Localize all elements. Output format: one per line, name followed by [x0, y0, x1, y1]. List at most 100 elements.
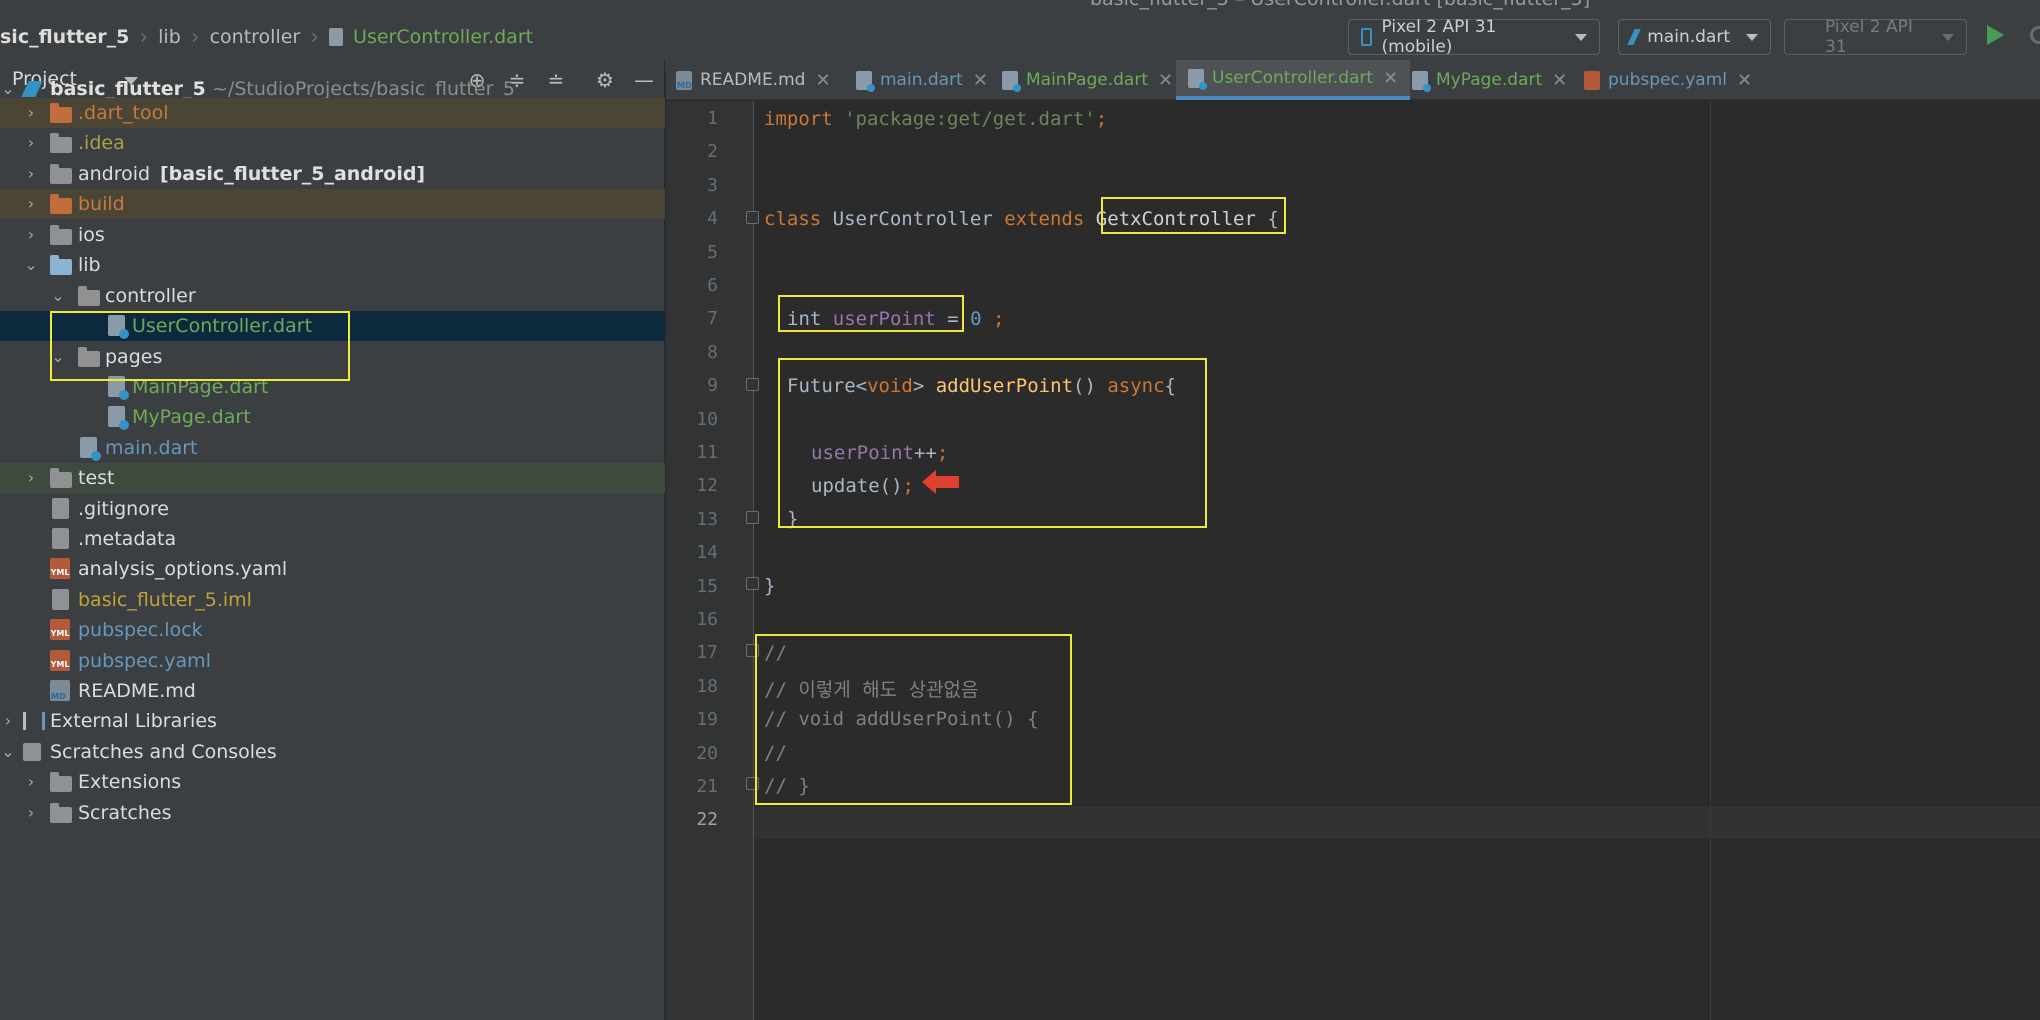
line-number: 12	[696, 475, 718, 497]
test-folder-icon	[50, 468, 72, 488]
code-line-7: int userPoint = 0 ;	[787, 308, 1004, 330]
tree-row-ios[interactable]: › ios	[0, 220, 665, 250]
close-icon[interactable]: ✕	[973, 70, 988, 91]
tree-row-dart-tool[interactable]: › .dart_tool	[0, 98, 665, 128]
chevron-right-icon[interactable]: ›	[23, 774, 39, 790]
tree-row-main[interactable]: main.dart	[0, 433, 665, 463]
tree-label: pubspec.yaml	[78, 650, 211, 672]
tree-row-test[interactable]: › test	[0, 463, 665, 493]
close-icon[interactable]: ✕	[1383, 68, 1398, 89]
fold-icon[interactable]	[746, 577, 759, 590]
line-number: 3	[707, 174, 718, 196]
tab-mainpage[interactable]: MainPage.dart ✕	[1002, 60, 1173, 100]
tree-row-idea[interactable]: › .idea	[0, 128, 665, 158]
chevron-right-icon[interactable]: ›	[23, 135, 39, 151]
right-margin-guide	[1710, 101, 1711, 1020]
tree-row-analysis-options[interactable]: YML analysis_options.yaml	[0, 554, 665, 584]
tree-row-pages[interactable]: ⌄ pages	[0, 342, 665, 372]
tree-row-usercontroller[interactable]: UserController.dart	[0, 311, 665, 341]
chevron-down-icon[interactable]: ⌄	[0, 81, 16, 97]
device-selector[interactable]: Pixel 2 API 31 (mobile)	[1348, 17, 1600, 57]
tree-row-metadata[interactable]: .metadata	[0, 524, 665, 554]
tree-row-mainpage[interactable]: MainPage.dart	[0, 372, 665, 402]
code-identifier: UserController	[821, 208, 1005, 230]
close-icon[interactable]: ✕	[1737, 70, 1752, 91]
folder-icon	[50, 772, 72, 792]
chevron-down-icon[interactable]: ⌄	[0, 744, 16, 760]
tree-row-gitignore[interactable]: .gitignore	[0, 494, 665, 524]
tree-row-android[interactable]: › android [basic_flutter_5_android]	[0, 159, 665, 189]
code-punct: ;	[981, 308, 1005, 330]
tree-row-iml[interactable]: basic_flutter_5.iml	[0, 585, 665, 615]
tree-row-pubspec-lock[interactable]: YML pubspec.lock	[0, 615, 665, 645]
tree-row-lib[interactable]: ⌄ lib	[0, 250, 665, 280]
code-type: >	[912, 375, 936, 397]
tree-label: .dart_tool	[78, 102, 169, 124]
fold-icon[interactable]	[746, 777, 759, 790]
flutter-icon	[1627, 29, 1641, 45]
yaml-file-icon: YML	[50, 619, 70, 640]
device-selector-secondary[interactable]: Pixel 2 API 31	[1784, 17, 1967, 57]
chevron-right-icon[interactable]: ›	[0, 713, 16, 729]
tree-label-root: basic_flutter_5	[50, 78, 206, 100]
markdown-file-icon	[676, 70, 692, 90]
chevron-right-icon[interactable]: ›	[23, 227, 39, 243]
tree-row-mypage[interactable]: MyPage.dart	[0, 402, 665, 432]
breadcrumb-item-controller[interactable]: controller	[210, 26, 301, 48]
dart-file-icon	[108, 315, 129, 339]
tab-readme[interactable]: README.md ✕	[676, 60, 831, 100]
tab-usercontroller[interactable]: UserController.dart ✕	[1176, 60, 1411, 100]
tree-row-build[interactable]: › build	[0, 189, 665, 219]
code-line-17: //	[764, 642, 787, 664]
close-icon[interactable]: ✕	[1552, 70, 1567, 91]
tree-row-readme[interactable]: README.md	[0, 676, 665, 706]
tab-mypage[interactable]: MyPage.dart ✕	[1412, 60, 1567, 100]
tree-row-pubspec-yaml[interactable]: YML pubspec.yaml	[0, 646, 665, 676]
tree-row-external-libraries[interactable]: › External Libraries	[0, 706, 665, 736]
code-line-20: //	[764, 742, 787, 764]
tree-row-scratches[interactable]: › Scratches	[0, 798, 665, 828]
chevron-right-icon: ›	[139, 24, 149, 50]
line-number: 1	[707, 108, 718, 129]
tree-row-controller[interactable]: ⌄ controller	[0, 281, 665, 311]
code-editor[interactable]: 1 2 3 4 5 6 7 8 9 10 11 12 13 14 15 16 17 18 19 20 21 22 impo…	[666, 101, 2040, 1020]
chevron-down-icon[interactable]: ⌄	[50, 288, 66, 304]
chevron-right-icon[interactable]: ›	[23, 166, 39, 182]
tab-pubspec[interactable]: pubspec.yaml ✕	[1584, 60, 1752, 100]
chevron-right-icon[interactable]: ›	[23, 470, 39, 486]
dart-file-icon	[1188, 68, 1207, 90]
chevron-down-icon[interactable]: ⌄	[23, 257, 39, 273]
tree-label: build	[78, 193, 125, 215]
scratches-icon	[23, 743, 41, 761]
tab-main[interactable]: main.dart ✕	[856, 60, 988, 100]
fold-icon[interactable]	[746, 511, 759, 524]
tab-label: UserController.dart	[1212, 68, 1374, 88]
chevron-right-icon: ›	[310, 24, 320, 50]
breadcrumb-item-lib[interactable]: lib	[158, 26, 181, 48]
line-number: 15	[696, 575, 718, 597]
fold-icon[interactable]	[746, 378, 759, 391]
close-icon[interactable]: ✕	[815, 70, 830, 91]
fold-icon[interactable]	[746, 644, 759, 657]
chevron-right-icon[interactable]: ›	[23, 196, 39, 212]
tree-row-extensions[interactable]: › Extensions	[0, 767, 665, 797]
fold-icon[interactable]	[746, 211, 759, 224]
code-type: Future<	[787, 375, 868, 397]
tree-label: .metadata	[78, 528, 177, 550]
chevron-right-icon[interactable]: ›	[23, 805, 39, 821]
tree-row-scratches-consoles[interactable]: ⌄ Scratches and Consoles	[0, 737, 665, 767]
chevron-down-icon	[1942, 33, 1954, 41]
breadcrumb-item-file[interactable]: UserController.dart	[353, 26, 533, 48]
code-field: userPoint	[832, 308, 936, 330]
code-line-4: class UserController extends GetxControl…	[764, 208, 1279, 230]
line-number: 11	[696, 442, 718, 463]
settings-folder-icon	[50, 133, 72, 153]
run-config-selector[interactable]: main.dart	[1618, 19, 1771, 55]
chevron-right-icon[interactable]: ›	[23, 105, 39, 121]
close-icon[interactable]: ✕	[1158, 70, 1173, 91]
run-icon[interactable]	[1987, 25, 2004, 45]
tree-label: README.md	[78, 680, 196, 702]
chevron-down-icon[interactable]: ⌄	[50, 349, 66, 365]
settings-icon[interactable]	[2030, 26, 2040, 44]
breadcrumb-item-project[interactable]: sic_flutter_5	[0, 26, 129, 48]
